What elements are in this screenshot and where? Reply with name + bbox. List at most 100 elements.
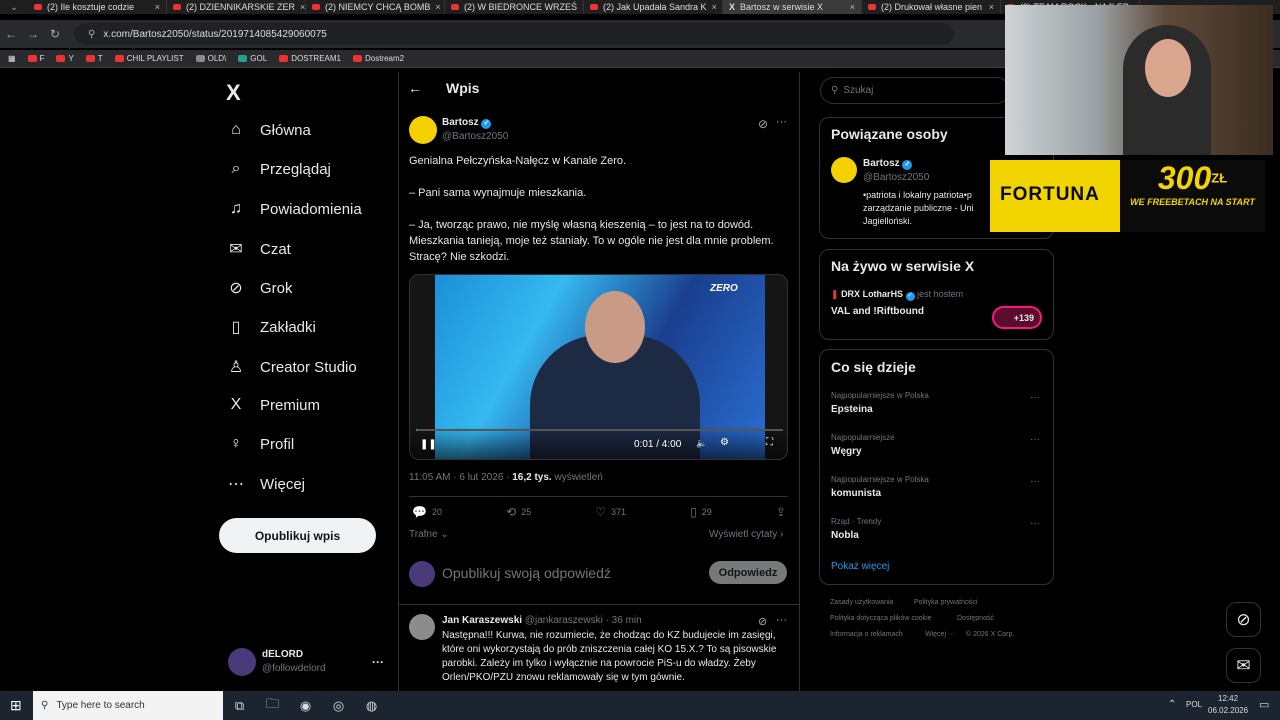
grok-fab[interactable]: ⊘ (1226, 602, 1261, 637)
live-listeners[interactable]: +139 (992, 306, 1042, 329)
back-arrow-icon[interactable]: ← (408, 80, 422, 96)
footer-link[interactable]: Polityka prywatności (914, 599, 977, 606)
trend-item[interactable]: Węgry (831, 446, 862, 457)
related-handle: @Bartosz2050 (863, 172, 930, 183)
chrome-icon[interactable]: ◎ (322, 691, 355, 720)
reply-author[interactable]: Jan Karaszewski (442, 615, 522, 626)
bookmark-item[interactable]: Y (56, 54, 74, 63)
trends-title: Co się dzieje (831, 359, 916, 375)
footer-link[interactable]: © 2026 X Corp. (966, 631, 1014, 638)
show-more-link[interactable]: Pokaż więcej (831, 561, 889, 572)
trend-more-icon[interactable]: ··· (1030, 392, 1040, 403)
trend-item[interactable]: Nobla (831, 530, 859, 541)
like-button[interactable]: ♡ 371 (595, 505, 626, 519)
trend-more-icon[interactable]: ··· (1030, 518, 1040, 529)
close-tab-icon[interactable]: × (712, 2, 717, 12)
tray-chevron-icon[interactable]: ⌃ (1168, 699, 1176, 710)
author-name-text[interactable]: Bartosz (442, 117, 479, 128)
view-quotes-link[interactable]: Wyświetl cytaty › (709, 529, 783, 540)
footer-link[interactable]: Dostępność (957, 615, 994, 622)
footer-link[interactable]: Zasady użytkowania (830, 599, 893, 606)
close-tab-icon[interactable]: × (300, 2, 305, 12)
grok-icon[interactable]: ⊘ (758, 117, 768, 131)
footer-link[interactable]: Polityka dotycząca plików cookie (830, 615, 932, 622)
back-icon[interactable]: ← (0, 27, 22, 41)
bookmark-item[interactable]: T (85, 54, 103, 63)
notification-icon[interactable]: ▭ (1259, 698, 1269, 711)
live-title: Na żywo w serwisie X (831, 258, 975, 274)
reply-button[interactable]: 💬 20 (412, 505, 442, 519)
nav-item-6[interactable]: ♙ Creator Studio (226, 357, 357, 377)
nav-item-2[interactable]: ♫ Powiadomienia (226, 200, 362, 218)
apps-icon[interactable]: ▦ (8, 54, 16, 63)
tab-search-icon[interactable]: ⌄ (0, 2, 28, 13)
close-tab-icon[interactable]: × (155, 2, 160, 12)
trend-item[interactable]: komunista (831, 488, 881, 499)
reply-input[interactable]: Opublikuj swoją odpowiedź (442, 565, 611, 581)
reply-more-icon[interactable]: ··· (776, 614, 787, 626)
reload-icon[interactable]: ↻ (44, 27, 66, 41)
bookmark-item[interactable]: OLD\ (195, 54, 226, 63)
task-view-icon[interactable]: ⧉ (223, 691, 256, 720)
browser-tab[interactable]: (2) NIEMCY CHCĄ BOMB × (306, 0, 445, 14)
close-tab-icon[interactable]: × (989, 2, 994, 12)
forward-icon[interactable]: → (22, 27, 44, 41)
settings-icon[interactable]: ⚙ (720, 437, 729, 448)
video-player[interactable]: ZERO ❚❚ 0:01 / 4:00 🔈 ⚙ ⛶ (409, 274, 788, 460)
file-explorer-icon[interactable]: 🗀 (256, 691, 289, 720)
live-space-title[interactable]: VAL and !Riftbound (831, 306, 924, 317)
nav-item-7[interactable]: X Premium (226, 396, 320, 414)
post-line-2: – Pani sama wynajmuje mieszkania. (409, 187, 587, 199)
nav-item-1[interactable]: ⌕ Przeglądaj (226, 160, 331, 178)
bookmark-item[interactable]: DOSTREAM1 (279, 54, 341, 63)
footer-link[interactable]: Więcej ··· (925, 631, 955, 638)
nav-item-5[interactable]: ▯ Zakładki (226, 317, 316, 337)
nav-item-0[interactable]: ⌂ Główna (226, 121, 311, 139)
browser-tab[interactable]: (2) Jak Upadała Sandra K × (584, 0, 723, 14)
browser-tab[interactable]: (2) DZIENNIKARSKIE ZER × (167, 0, 306, 14)
reply-submit-button[interactable]: Odpowiedz (709, 561, 787, 584)
youtube-favicon-icon (451, 4, 459, 10)
start-icon[interactable]: ⊞ (10, 697, 22, 714)
post-more-icon[interactable]: ··· (776, 116, 787, 128)
browser-tab[interactable]: (2) W BIEDRONCE WRZEŚ× (445, 0, 584, 14)
trend-more-icon[interactable]: ··· (1030, 434, 1040, 445)
nav-item-8[interactable]: ♀ Profil (226, 435, 294, 453)
trend-item[interactable]: Epsteina (831, 404, 873, 415)
volume-icon[interactable]: 🔈 (696, 438, 707, 449)
url-field[interactable]: ⚲ x.com/Bartosz2050/status/20197140854290… (74, 23, 954, 45)
x-logo[interactable]: X (226, 80, 241, 106)
nav-item-4[interactable]: ⊘ Grok (226, 278, 292, 298)
account-menu-icon[interactable]: ··· (372, 655, 384, 669)
obs-icon[interactable]: ◍ (355, 691, 388, 720)
close-tab-icon[interactable]: × (850, 2, 855, 12)
sort-dropdown[interactable]: Trafne ⌄ (409, 529, 449, 540)
taskbar-search[interactable]: ⚲ Type here to search (33, 691, 223, 720)
nav-item-3[interactable]: ✉ Czat (226, 239, 291, 259)
bookmark-item[interactable]: CHIL PLAYLIST (114, 54, 184, 63)
browser-tab[interactable]: X Bartosz w serwisie X × (723, 0, 862, 14)
post-time[interactable]: 11:05 AM · 6 lut 2026 · (409, 472, 512, 483)
share-icon[interactable]: ⇪ (776, 505, 786, 519)
repost-button[interactable]: ⟲ 25 (506, 505, 531, 519)
live-host[interactable]: DRX LotharHS (841, 289, 903, 299)
pause-icon[interactable]: ❚❚ (420, 439, 437, 450)
related-name[interactable]: Bartosz ✓ (863, 158, 913, 170)
messages-fab[interactable]: ✉ (1226, 648, 1261, 683)
bookmark-item[interactable]: F (27, 54, 44, 63)
bookmark-item[interactable]: GOL (238, 54, 267, 63)
footer-link[interactable]: Informacja o reklamach (830, 631, 903, 638)
browser-tab[interactable]: (2) Drukował własne pien × (862, 0, 1001, 14)
trend-more-icon[interactable]: ··· (1030, 476, 1040, 487)
browser-tab[interactable]: (2) Ile kosztuje codzie × (28, 0, 167, 14)
nav-item-9[interactable]: ⋯ Więcej (226, 474, 305, 494)
post-button[interactable]: Opublikuj wpis (219, 518, 376, 553)
bookmark-button[interactable]: ▯ 29 (690, 505, 712, 519)
post-header-title: Wpis (446, 80, 480, 96)
reply-grok-icon[interactable]: ⊘ (758, 615, 767, 628)
discord-icon[interactable]: ◉ (289, 691, 322, 720)
close-tab-icon[interactable]: × (435, 2, 440, 12)
search-input[interactable]: ⚲ Szukaj (820, 77, 1010, 104)
fullscreen-icon[interactable]: ⛶ (766, 437, 773, 448)
bookmark-item[interactable]: Dostream2 (352, 54, 404, 63)
